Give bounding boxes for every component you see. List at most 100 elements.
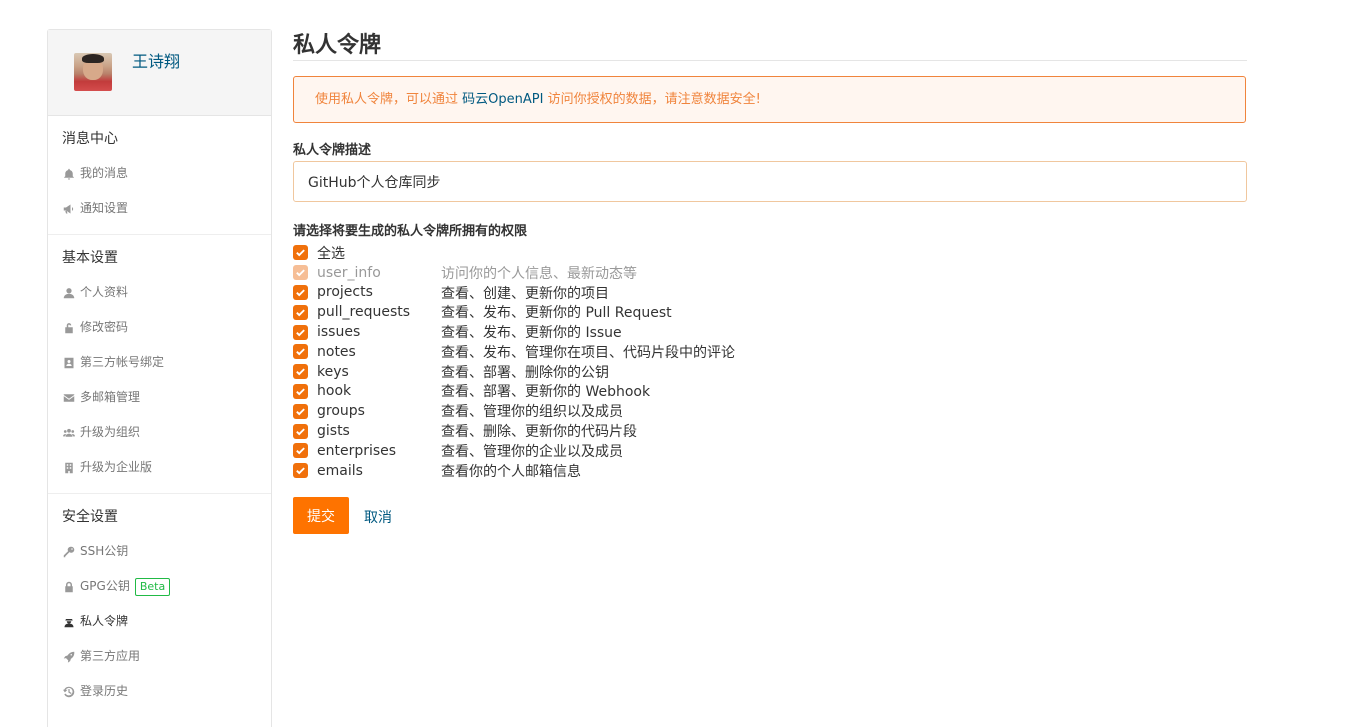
avatar[interactable] <box>74 53 112 91</box>
select-all-label: 全选 <box>317 245 345 262</box>
permission-checkbox[interactable] <box>293 463 308 479</box>
permission-description: 访问你的个人信息、最新动态等 <box>441 265 637 282</box>
permission-description: 查看、创建、更新你的项目 <box>441 285 609 302</box>
permission-row[interactable]: notes 查看、发布、管理你在项目、代码片段中的评论 <box>293 342 735 362</box>
building-icon <box>62 461 76 475</box>
permission-row[interactable]: issues 查看、发布、更新你的 Issue <box>293 322 735 342</box>
sidebar-item-label: 登录历史 <box>80 684 129 698</box>
sidebar-item-label: 私人令牌 <box>80 614 129 628</box>
sidebar-item-upgrade-enterprise[interactable]: 升级为企业版 <box>48 450 271 485</box>
permission-description: 查看、部署、更新你的 Webhook <box>441 384 651 401</box>
settings-sidebar: 王诗翔 消息中心 我的消息 通知设置 基本设置 个人资料 修改密码 第三方帐号绑… <box>47 29 272 727</box>
username-link[interactable]: 王诗翔 <box>132 48 180 72</box>
cancel-link[interactable]: 取消 <box>364 507 392 527</box>
permission-name: pull_requests <box>317 304 411 321</box>
sidebar-item-upgrade-organization[interactable]: 升级为组织 <box>48 415 271 450</box>
alert-text-after: 访问你授权的数据，请注意数据安全! <box>543 92 761 107</box>
sidebar-item-email-management[interactable]: 多邮箱管理 <box>48 380 271 415</box>
permission-checkbox[interactable] <box>293 364 308 380</box>
section-security-settings: 安全设置 SSH公钥 GPG公钥 Beta 私人令牌 第三方应用 登录历史 <box>48 494 271 717</box>
envelope-icon <box>62 391 76 405</box>
sidebar-item-label: 我的消息 <box>80 166 129 180</box>
title-divider <box>293 60 1247 61</box>
id-card-icon <box>62 356 76 370</box>
permission-checkbox <box>293 265 308 281</box>
permission-row[interactable]: emails 查看你的个人邮箱信息 <box>293 461 735 481</box>
token-description-input[interactable] <box>293 161 1247 202</box>
sidebar-item-label: 个人资料 <box>80 285 129 299</box>
permission-row[interactable]: projects 查看、创建、更新你的项目 <box>293 283 735 303</box>
history-icon <box>62 685 76 699</box>
submit-button[interactable]: 提交 <box>293 497 349 534</box>
section-basic-settings: 基本设置 个人资料 修改密码 第三方帐号绑定 多邮箱管理 升级为组织 升级为企业… <box>48 235 271 494</box>
permission-name: groups <box>317 403 365 420</box>
permission-name: projects <box>317 284 373 301</box>
key-icon <box>62 545 76 559</box>
token-description-label: 私人令牌描述 <box>293 143 372 158</box>
unlock-icon <box>62 321 76 335</box>
sidebar-item-change-password[interactable]: 修改密码 <box>48 310 271 345</box>
select-all-checkbox[interactable] <box>293 245 308 261</box>
select-all-row[interactable]: 全选 <box>293 243 735 263</box>
sidebar-item-ssh-keys[interactable]: SSH公钥 <box>48 534 271 569</box>
page-title: 私人令牌 <box>293 33 382 58</box>
permission-checkbox[interactable] <box>293 443 308 459</box>
sidebar-item-login-history[interactable]: 登录历史 <box>48 674 271 709</box>
permission-name: notes <box>317 343 356 360</box>
sidebar-item-label: 第三方应用 <box>80 649 141 663</box>
sidebar-item-label: 升级为企业版 <box>80 460 153 474</box>
rocket-icon <box>62 650 76 664</box>
permission-checkbox[interactable] <box>293 423 308 439</box>
sidebar-item-label: GPG公钥 <box>80 579 130 593</box>
permission-checkbox[interactable] <box>293 344 308 360</box>
permission-name: emails <box>317 462 363 479</box>
user-icon <box>62 286 76 300</box>
bell-icon <box>62 167 76 181</box>
permission-name: keys <box>317 363 349 380</box>
section-title: 消息中心 <box>62 131 118 147</box>
section-title: 基本设置 <box>62 250 118 266</box>
permission-description: 查看、发布、更新你的 Issue <box>441 325 622 342</box>
permission-row[interactable]: pull_requests 查看、发布、更新你的 Pull Request <box>293 302 735 322</box>
permission-row[interactable]: enterprises 查看、管理你的企业以及成员 <box>293 441 735 461</box>
permission-description: 查看你的个人邮箱信息 <box>441 463 581 480</box>
permission-description: 查看、管理你的组织以及成员 <box>441 404 623 421</box>
permission-name: issues <box>317 324 361 341</box>
permission-name: hook <box>317 383 352 400</box>
permission-checkbox[interactable] <box>293 304 308 320</box>
permissions-label: 请选择将要生成的私人令牌所拥有的权限 <box>293 224 528 239</box>
permission-description: 查看、发布、管理你在项目、代码片段中的评论 <box>441 344 735 361</box>
sidebar-item-label: 第三方帐号绑定 <box>80 355 165 369</box>
megaphone-icon <box>62 202 76 216</box>
section-message-center: 消息中心 我的消息 通知设置 <box>48 116 271 235</box>
sidebar-item-label: 修改密码 <box>80 320 129 334</box>
permissions-list: 全选 user_info 访问你的个人信息、最新动态等 projects 查看、创建、… <box>293 243 735 481</box>
permission-checkbox[interactable] <box>293 324 308 340</box>
sidebar-item-third-party-binding[interactable]: 第三方帐号绑定 <box>48 345 271 380</box>
sidebar-item-profile[interactable]: 个人资料 <box>48 275 271 310</box>
permission-row[interactable]: groups 查看、管理你的组织以及成员 <box>293 401 735 421</box>
permission-description: 查看、部署、删除你的公钥 <box>441 364 609 381</box>
sidebar-item-third-party-apps[interactable]: 第三方应用 <box>48 639 271 674</box>
users-icon <box>62 426 76 440</box>
sidebar-item-gpg-keys[interactable]: GPG公钥 Beta <box>48 569 271 604</box>
permission-description: 查看、管理你的企业以及成员 <box>441 443 623 460</box>
permission-description: 查看、删除、更新你的代码片段 <box>441 424 637 441</box>
sidebar-item-label: SSH公钥 <box>80 544 129 558</box>
sidebar-item-notification-settings[interactable]: 通知设置 <box>48 191 271 226</box>
permission-description: 查看、发布、更新你的 Pull Request <box>441 305 672 322</box>
permission-name: user_info <box>317 264 381 281</box>
permission-checkbox[interactable] <box>293 383 308 399</box>
permission-row[interactable]: gists 查看、删除、更新你的代码片段 <box>293 421 735 441</box>
sidebar-item-label: 升级为组织 <box>80 425 141 439</box>
sidebar-item-personal-tokens[interactable]: 私人令牌 <box>48 604 271 639</box>
alert-text-before: 使用私人令牌，可以通过 <box>315 92 463 107</box>
beta-badge: Beta <box>134 577 171 596</box>
permission-row[interactable]: hook 查看、部署、更新你的 Webhook <box>293 382 735 402</box>
openapi-link[interactable]: 码云OpenAPI <box>462 92 543 107</box>
sidebar-item-my-messages[interactable]: 我的消息 <box>48 156 271 191</box>
permission-row[interactable]: keys 查看、部署、删除你的公钥 <box>293 362 735 382</box>
info-alert: 使用私人令牌，可以通过 码云OpenAPI 访问你授权的数据，请注意数据安全! <box>293 76 1246 123</box>
permission-checkbox[interactable] <box>293 284 308 300</box>
permission-checkbox[interactable] <box>293 403 308 419</box>
